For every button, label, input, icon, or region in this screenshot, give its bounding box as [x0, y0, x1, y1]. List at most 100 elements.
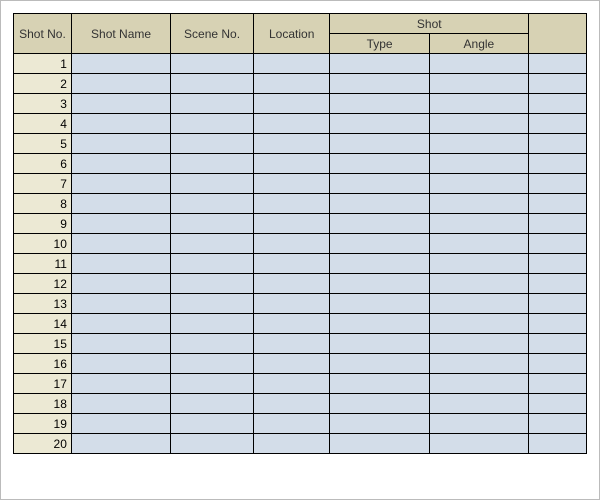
cell-location — [253, 294, 330, 314]
cell-scene-no — [171, 434, 254, 454]
cell-extra — [529, 54, 587, 74]
cell-extra — [529, 74, 587, 94]
cell-extra — [529, 314, 587, 334]
cell-type — [330, 194, 429, 214]
table-row: 17 — [14, 374, 587, 394]
cell-extra — [529, 154, 587, 174]
cell-shot-name — [71, 74, 170, 94]
cell-extra — [529, 294, 587, 314]
cell-shot-no: 18 — [14, 394, 72, 414]
cell-shot-no: 12 — [14, 274, 72, 294]
cell-scene-no — [171, 334, 254, 354]
cell-type — [330, 94, 429, 114]
cell-shot-no: 20 — [14, 434, 72, 454]
cell-scene-no — [171, 214, 254, 234]
cell-type — [330, 234, 429, 254]
cell-scene-no — [171, 294, 254, 314]
table-row: 7 — [14, 174, 587, 194]
table-row: 13 — [14, 294, 587, 314]
table-row: 1 — [14, 54, 587, 74]
cell-angle — [429, 154, 528, 174]
table-row: 18 — [14, 394, 587, 414]
table-row: 20 — [14, 434, 587, 454]
cell-shot-no: 13 — [14, 294, 72, 314]
cell-shot-name — [71, 374, 170, 394]
table-row: 10 — [14, 234, 587, 254]
cell-extra — [529, 214, 587, 234]
cell-extra — [529, 174, 587, 194]
cell-extra — [529, 434, 587, 454]
cell-location — [253, 374, 330, 394]
table-row: 19 — [14, 414, 587, 434]
cell-scene-no — [171, 114, 254, 134]
cell-angle — [429, 254, 528, 274]
cell-type — [330, 134, 429, 154]
cell-type — [330, 54, 429, 74]
table-row: 12 — [14, 274, 587, 294]
cell-shot-name — [71, 154, 170, 174]
cell-type — [330, 434, 429, 454]
cell-type — [330, 114, 429, 134]
cell-shot-name — [71, 194, 170, 214]
header-shot-name: Shot Name — [71, 14, 170, 54]
cell-angle — [429, 214, 528, 234]
table-row: 16 — [14, 354, 587, 374]
table-row: 4 — [14, 114, 587, 134]
cell-shot-no: 3 — [14, 94, 72, 114]
cell-shot-name — [71, 434, 170, 454]
cell-scene-no — [171, 54, 254, 74]
cell-scene-no — [171, 154, 254, 174]
cell-shot-name — [71, 334, 170, 354]
header-shot-no: Shot No. — [14, 14, 72, 54]
cell-location — [253, 134, 330, 154]
cell-shot-no: 15 — [14, 334, 72, 354]
cell-extra — [529, 114, 587, 134]
header-location: Location — [253, 14, 330, 54]
header-type: Type — [330, 34, 429, 54]
cell-scene-no — [171, 414, 254, 434]
cell-shot-no: 19 — [14, 414, 72, 434]
cell-location — [253, 414, 330, 434]
cell-extra — [529, 334, 587, 354]
table-row: 9 — [14, 214, 587, 234]
cell-location — [253, 94, 330, 114]
header-angle: Angle — [429, 34, 528, 54]
cell-type — [330, 374, 429, 394]
header-extra — [529, 14, 587, 54]
cell-angle — [429, 414, 528, 434]
cell-type — [330, 174, 429, 194]
cell-type — [330, 314, 429, 334]
table-row: 5 — [14, 134, 587, 154]
cell-angle — [429, 234, 528, 254]
cell-location — [253, 314, 330, 334]
cell-scene-no — [171, 194, 254, 214]
cell-location — [253, 194, 330, 214]
cell-angle — [429, 54, 528, 74]
cell-shot-name — [71, 414, 170, 434]
cell-shot-name — [71, 274, 170, 294]
cell-type — [330, 394, 429, 414]
table-row: 15 — [14, 334, 587, 354]
cell-angle — [429, 294, 528, 314]
cell-angle — [429, 94, 528, 114]
cell-shot-no: 17 — [14, 374, 72, 394]
cell-scene-no — [171, 274, 254, 294]
cell-angle — [429, 114, 528, 134]
cell-scene-no — [171, 174, 254, 194]
cell-shot-name — [71, 214, 170, 234]
cell-scene-no — [171, 394, 254, 414]
cell-location — [253, 394, 330, 414]
cell-extra — [529, 274, 587, 294]
header-scene-no: Scene No. — [171, 14, 254, 54]
table-row: 11 — [14, 254, 587, 274]
cell-shot-no: 4 — [14, 114, 72, 134]
cell-angle — [429, 194, 528, 214]
cell-location — [253, 174, 330, 194]
cell-type — [330, 254, 429, 274]
cell-location — [253, 354, 330, 374]
cell-type — [330, 354, 429, 374]
cell-shot-no: 9 — [14, 214, 72, 234]
cell-shot-no: 2 — [14, 74, 72, 94]
cell-extra — [529, 374, 587, 394]
cell-scene-no — [171, 354, 254, 374]
